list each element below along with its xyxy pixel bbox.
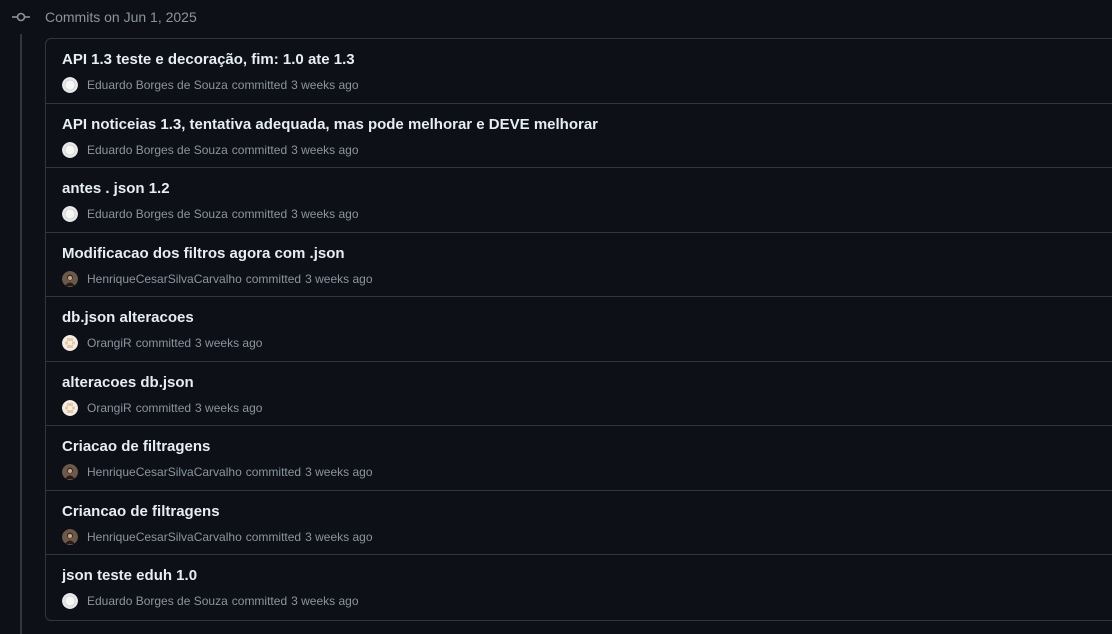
white-avatar-icon[interactable] — [62, 141, 78, 158]
commit-time: 3 weeks ago — [305, 529, 373, 544]
commit-time: 3 weeks ago — [195, 400, 263, 415]
commit-row[interactable]: antes . json 1.2 Eduardo Borges de Souza c… — [46, 168, 1112, 233]
commit-action: committed — [231, 594, 288, 608]
commit-author-link[interactable]: HenriqueCesarSilvaCarvalho — [87, 464, 242, 480]
commit-title-link[interactable]: Criacao de filtragens — [62, 438, 210, 456]
commit-action: committed — [135, 336, 192, 350]
commit-title-link[interactable]: Criancao de filtragens — [62, 503, 220, 521]
commit-time: 3 weeks ago — [305, 465, 373, 479]
commit-author-link[interactable]: OrangiR — [87, 400, 132, 416]
commit-meta: OrangiR committed 3 weeks ago — [62, 335, 262, 351]
white-avatar-icon[interactable] — [62, 206, 78, 222]
commit-title-link[interactable]: antes . json 1.2 — [62, 180, 170, 198]
commit-title-link[interactable]: API 1.3 teste e decoração, fim: 1.0 ate … — [62, 51, 355, 69]
commit-meta: OrangiR committed 3 weeks ago — [62, 399, 263, 416]
photo-avatar-icon[interactable] — [62, 270, 78, 287]
commit-row[interactable]: API noticeias 1.3, tentativa adequada, m… — [46, 104, 1112, 168]
identicon-avatar-icon[interactable] — [62, 399, 78, 416]
commit-row[interactable]: Criacao de filtragens HenriqueCesarSilvaC… — [46, 426, 1112, 491]
commit-author-link[interactable]: HenriqueCesarSilvaCarvalho — [87, 529, 242, 545]
commit-title-link[interactable]: json teste eduh 1.0 — [62, 567, 197, 585]
commit-group-header: Commits on Jun 1, 2025 — [0, 0, 1112, 34]
commit-time: 3 weeks ago — [291, 207, 359, 221]
commit-meta: HenriqueCesarSilvaCarvalho committed 3 wee… — [62, 270, 373, 287]
commit-row[interactable]: API 1.3 teste e decoração, fim: 1.0 ate … — [46, 39, 1112, 104]
commit-meta: HenriqueCesarSilvaCarvalho committed 3 wee… — [62, 528, 373, 545]
commit-row[interactable]: Criancao de filtragens HenriqueCesarSilva… — [46, 491, 1112, 555]
photo-avatar-icon[interactable] — [62, 528, 78, 545]
commit-time: 3 weeks ago — [291, 78, 359, 92]
commit-action: committed — [231, 78, 288, 92]
commit-meta: Eduardo Borges de Souza committed 3 weeks … — [62, 206, 359, 222]
timeline-line — [20, 34, 22, 634]
commit-author-link[interactable]: Eduardo Borges de Souza — [87, 142, 228, 158]
commit-title-link[interactable]: db.json alteracoes — [62, 309, 194, 327]
commit-list: API 1.3 teste e decoração, fim: 1.0 ate … — [45, 38, 1112, 621]
commit-title-link[interactable]: Modificacao dos filtros agora com .json — [62, 245, 345, 263]
commit-title-link[interactable]: API noticeias 1.3, tentativa adequada, m… — [62, 116, 598, 134]
commit-time: 3 weeks ago — [291, 594, 359, 608]
commit-group-title: Commits on Jun 1, 2025 — [45, 9, 197, 25]
commit-time: 3 weeks ago — [291, 142, 359, 157]
git-commit-icon — [12, 12, 30, 22]
commit-meta: Eduardo Borges de Souza committed 3 weeks … — [62, 593, 359, 609]
commit-meta: HenriqueCesarSilvaCarvalho committed 3 wee… — [62, 464, 373, 480]
commit-row[interactable]: alteracoes db.json OrangiR committed 3 week… — [46, 362, 1112, 426]
commit-time: 3 weeks ago — [195, 336, 263, 350]
commit-action: committed — [245, 271, 302, 286]
commit-author-link[interactable]: HenriqueCesarSilvaCarvalho — [87, 271, 242, 287]
commit-action: committed — [231, 142, 288, 157]
white-avatar-icon[interactable] — [62, 77, 78, 93]
commit-meta: Eduardo Borges de Souza committed 3 weeks … — [62, 141, 359, 158]
commit-action: committed — [135, 400, 192, 415]
commit-action: committed — [245, 529, 302, 544]
commit-meta: Eduardo Borges de Souza committed 3 weeks … — [62, 77, 359, 93]
commit-author-link[interactable]: Eduardo Borges de Souza — [87, 206, 228, 222]
commit-row[interactable]: db.json alteracoes OrangiR committed 3 week… — [46, 297, 1112, 362]
commit-author-link[interactable]: Eduardo Borges de Souza — [87, 593, 228, 609]
commit-action: committed — [245, 465, 302, 479]
commit-action: committed — [231, 207, 288, 221]
commit-author-link[interactable]: Eduardo Borges de Souza — [87, 77, 228, 93]
commit-title-link[interactable]: alteracoes db.json — [62, 374, 194, 392]
photo-avatar-icon[interactable] — [62, 464, 78, 480]
commit-author-link[interactable]: OrangiR — [87, 335, 132, 351]
commit-time: 3 weeks ago — [305, 271, 373, 286]
identicon-avatar-icon[interactable] — [62, 335, 78, 351]
white-avatar-icon[interactable] — [62, 593, 78, 609]
commit-row[interactable]: json teste eduh 1.0 Eduardo Borges de Sou… — [46, 555, 1112, 620]
commit-row[interactable]: Modificacao dos filtros agora com .json H… — [46, 233, 1112, 297]
